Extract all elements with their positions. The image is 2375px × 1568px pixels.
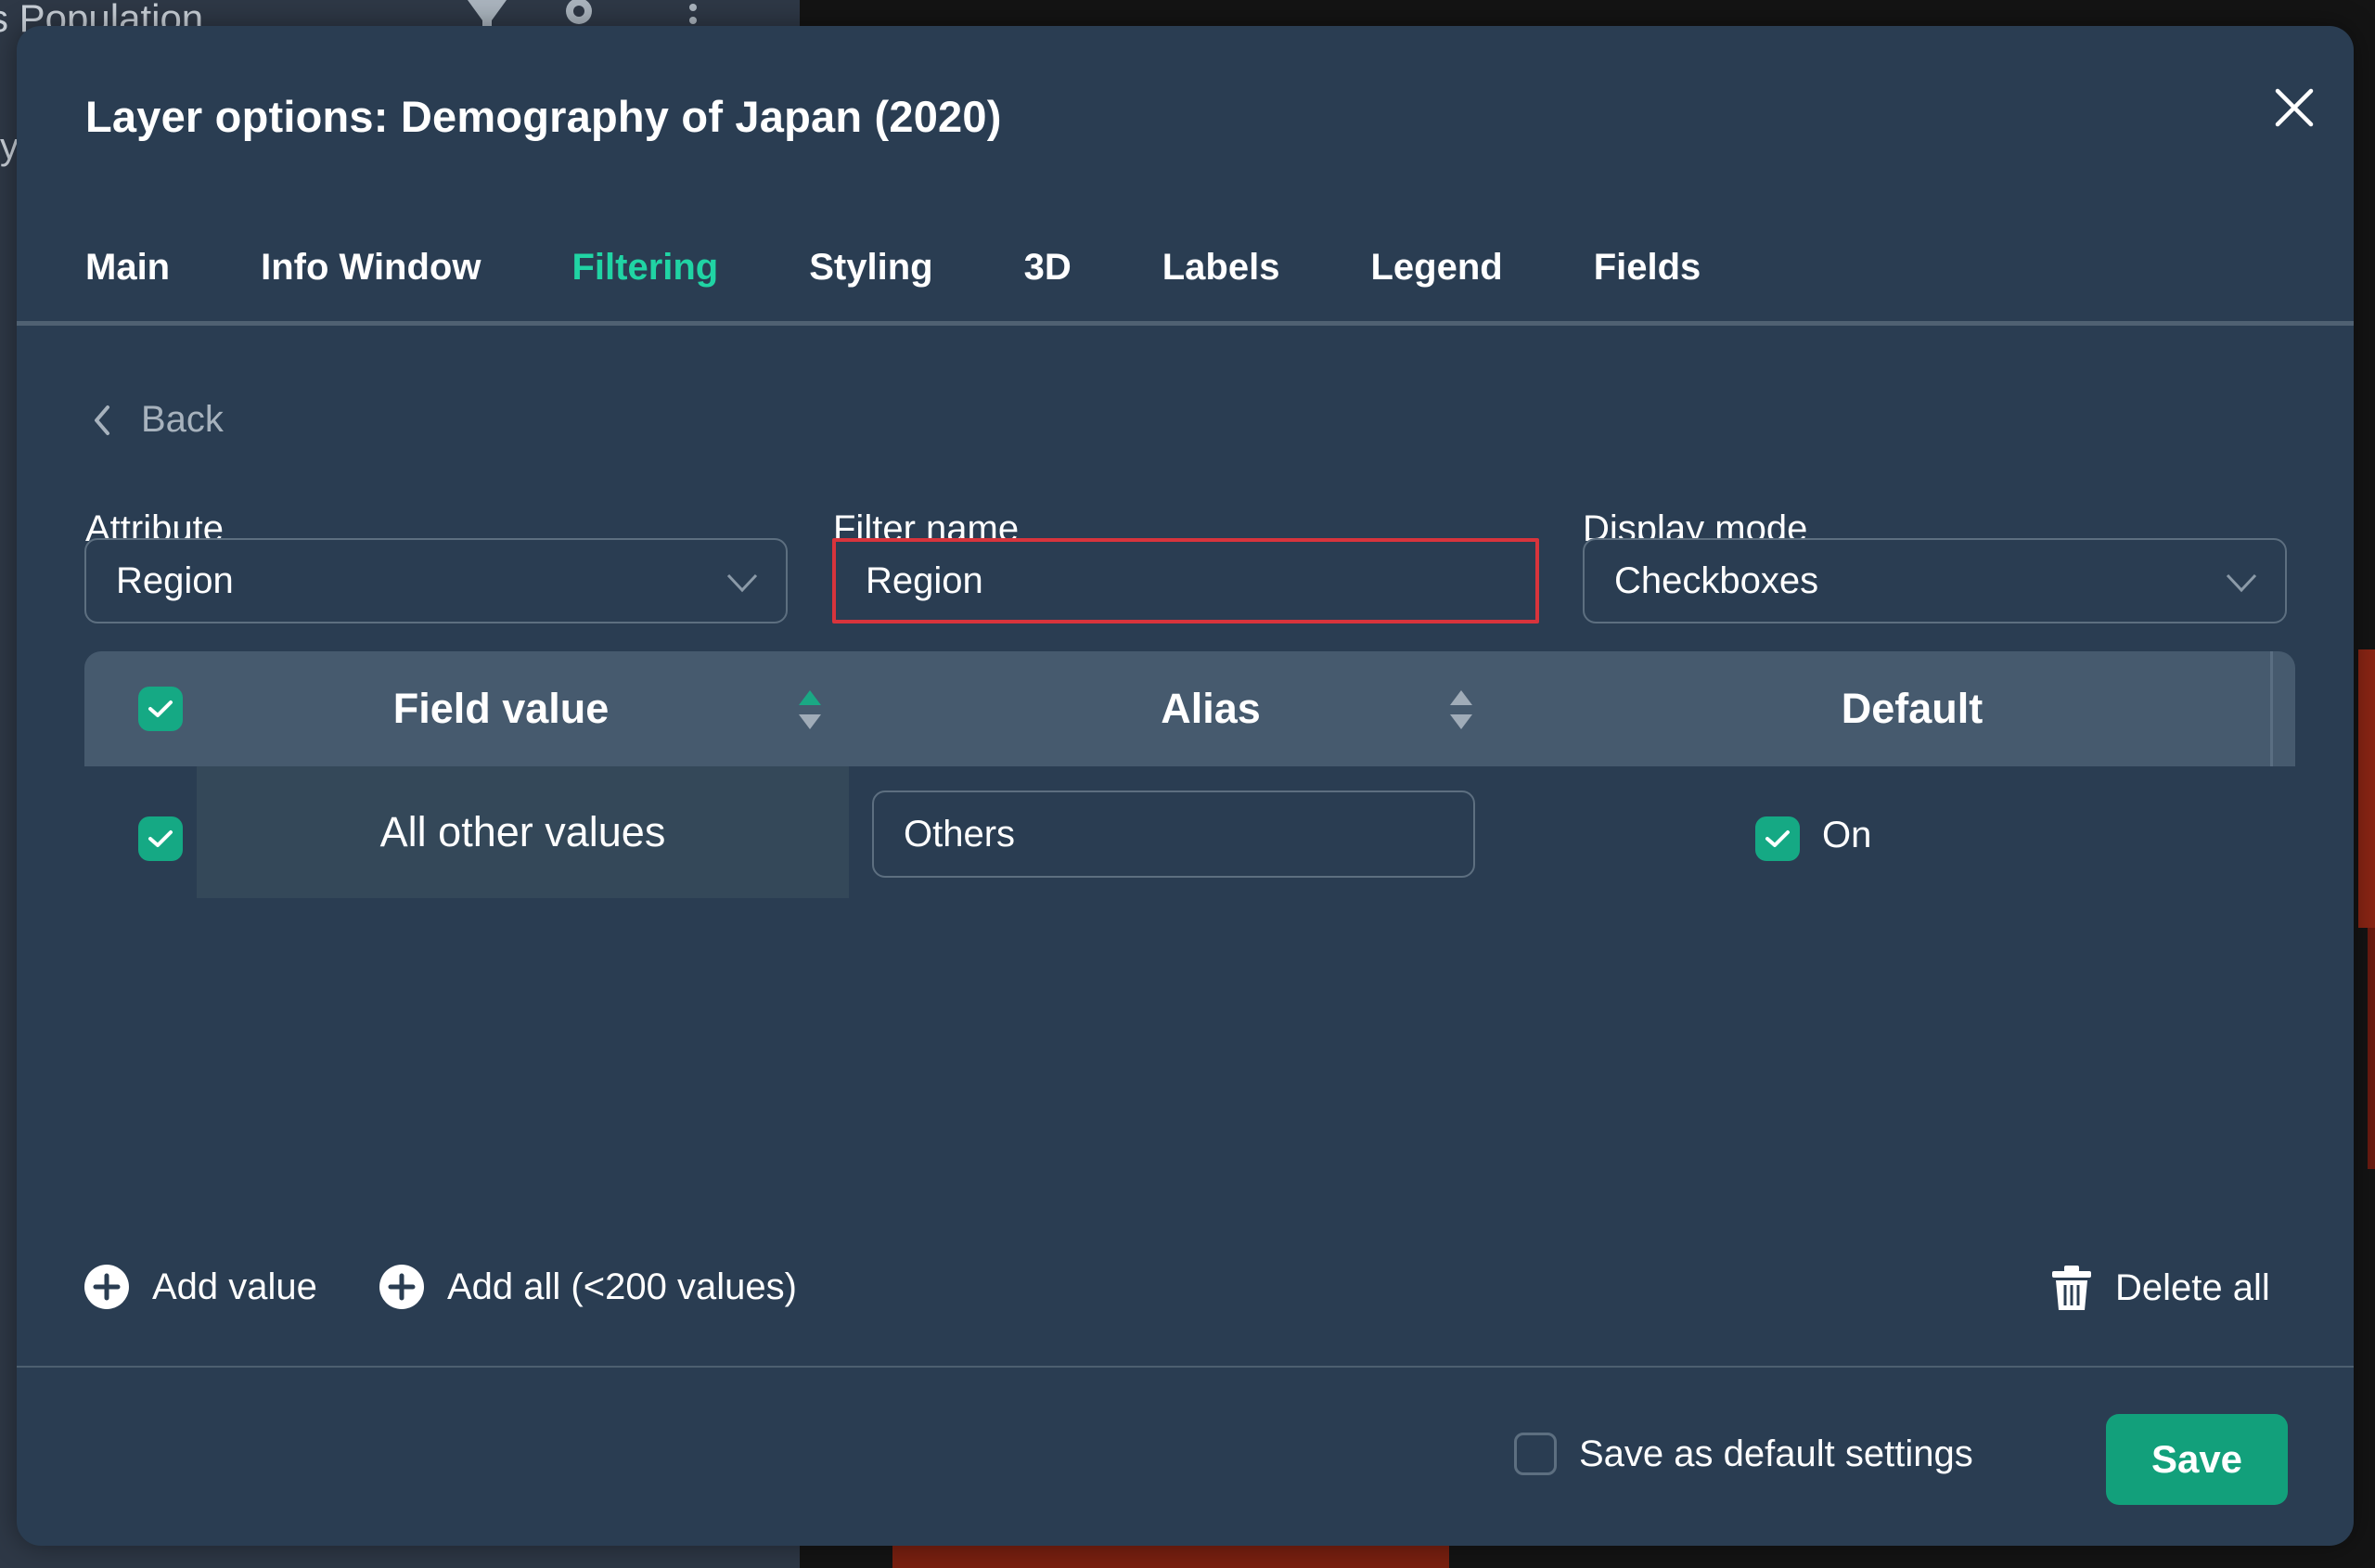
column-header-field-value: Field value xyxy=(392,685,610,732)
default-label: On xyxy=(1822,815,1872,855)
add-value-button[interactable]: Add value xyxy=(83,1264,317,1310)
alias-value: Others xyxy=(904,813,1016,855)
row-checkbox[interactable] xyxy=(138,816,183,861)
field-value-cell: All other values xyxy=(197,766,849,898)
filter-name-input[interactable]: Region xyxy=(832,538,1539,623)
back-button[interactable]: Back xyxy=(91,399,224,441)
background-text-fragment: y xyxy=(0,126,19,167)
map-region-shape xyxy=(2368,928,2375,1169)
tab-bar: Main Info Window Filtering Styling 3D La… xyxy=(85,228,1791,326)
pin-icon xyxy=(566,0,592,24)
back-label: Back xyxy=(141,399,224,440)
tab-labels[interactable]: Labels xyxy=(1162,228,1280,325)
plus-circle-icon xyxy=(84,1265,129,1309)
layer-options-dialog: Layer options: Demography of Japan (2020… xyxy=(17,26,2354,1546)
checkbox-unchecked xyxy=(1514,1433,1557,1475)
save-default-checkbox[interactable]: Save as default settings xyxy=(1514,1433,1973,1475)
attribute-select[interactable]: Region xyxy=(84,538,788,623)
check-icon xyxy=(148,830,173,847)
map-region-shape xyxy=(892,1546,1449,1568)
check-icon xyxy=(1765,830,1790,847)
select-all-checkbox[interactable] xyxy=(138,687,183,731)
add-value-label: Add value xyxy=(152,1266,317,1307)
chevron-down-icon xyxy=(726,573,758,593)
map-region-shape xyxy=(2358,649,2375,928)
tab-styling[interactable]: Styling xyxy=(809,228,932,325)
save-default-label: Save as default settings xyxy=(1579,1433,1973,1474)
chevron-down-icon xyxy=(2226,573,2257,593)
dialog-title: Layer options: Demography of Japan (2020… xyxy=(85,92,1002,141)
attribute-value: Region xyxy=(116,559,234,601)
check-icon xyxy=(148,700,173,717)
table-header: Field value Alias Default xyxy=(84,651,2295,766)
trash-icon xyxy=(2052,1266,2091,1310)
tab-legend[interactable]: Legend xyxy=(1370,228,1502,325)
plus-circle-icon xyxy=(379,1265,424,1309)
alias-input[interactable]: Others xyxy=(872,790,1475,878)
close-icon[interactable] xyxy=(2268,82,2320,134)
footer-divider xyxy=(17,1366,2354,1368)
tab-info-window[interactable]: Info Window xyxy=(261,228,481,325)
sort-field-value-icon[interactable] xyxy=(797,688,823,731)
display-mode-select[interactable]: Checkboxes xyxy=(1583,538,2287,623)
add-all-label: Add all (<200 values) xyxy=(447,1266,797,1307)
column-divider xyxy=(2270,651,2273,766)
column-header-default: Default xyxy=(1841,685,1983,732)
default-checkbox[interactable] xyxy=(1755,816,1800,861)
tab-divider xyxy=(17,321,2354,326)
sort-alias-icon[interactable] xyxy=(1448,688,1474,731)
delete-all-button[interactable]: Delete all xyxy=(2050,1264,2270,1312)
more-vertical-icon xyxy=(689,4,697,24)
delete-all-label: Delete all xyxy=(2115,1266,2270,1308)
display-mode-value: Checkboxes xyxy=(1614,559,1819,601)
add-all-button[interactable]: Add all (<200 values) xyxy=(379,1264,797,1310)
tab-3d[interactable]: 3D xyxy=(1024,228,1072,325)
column-header-alias: Alias xyxy=(1161,685,1261,732)
filter-icon xyxy=(468,0,507,28)
chevron-left-icon xyxy=(95,405,109,435)
tab-fields[interactable]: Fields xyxy=(1594,228,1701,325)
save-button[interactable]: Save xyxy=(2106,1414,2288,1505)
tab-main[interactable]: Main xyxy=(85,228,170,325)
tab-filtering[interactable]: Filtering xyxy=(571,228,718,326)
filter-name-value: Region xyxy=(866,559,983,601)
